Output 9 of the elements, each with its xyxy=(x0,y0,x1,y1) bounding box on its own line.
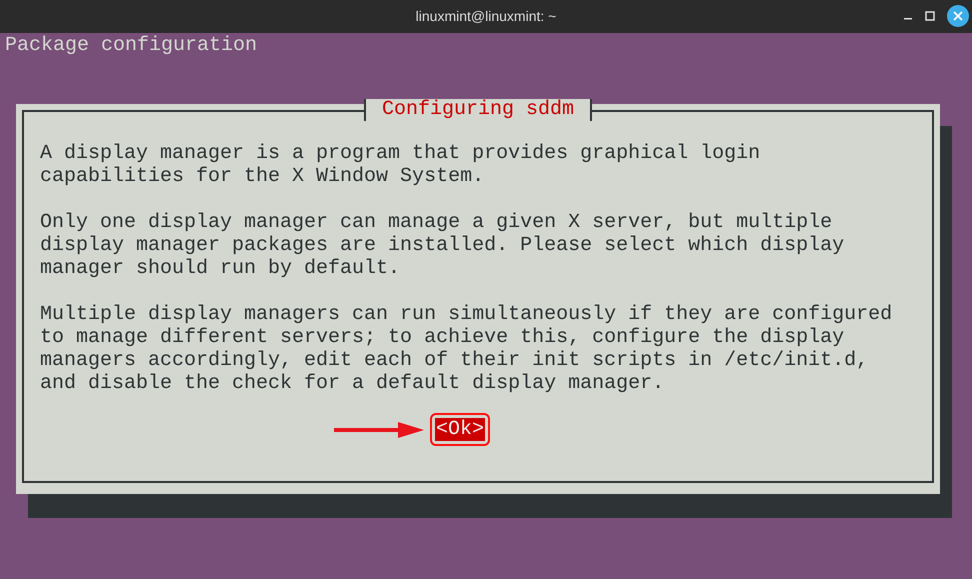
terminal-header: Package configuration xyxy=(5,34,258,57)
dialog-paragraph: A display manager is a program that provides graphical login capabilities for the X Window System. xyxy=(40,142,762,188)
maximize-icon[interactable] xyxy=(925,11,935,21)
dialog-title: Configuring sddm xyxy=(364,99,592,121)
dialog-paragraph: Only one display manager can manage a given X server, but multiple display manager packages are installed. Please select which display manager should run by default. xyxy=(40,211,846,280)
dialog-paragraph: Multiple display managers can run simultaneously if they are configured to manage different servers; to achieve this, configure the display managers accordingly, edit each of their init scripts in /etc/init.d, and disable the check for a default display manager. xyxy=(40,303,894,395)
ok-button[interactable]: <Ok> xyxy=(430,413,490,446)
window-title: linuxmint@linuxmint: ~ xyxy=(416,7,556,26)
close-icon[interactable] xyxy=(947,5,969,27)
